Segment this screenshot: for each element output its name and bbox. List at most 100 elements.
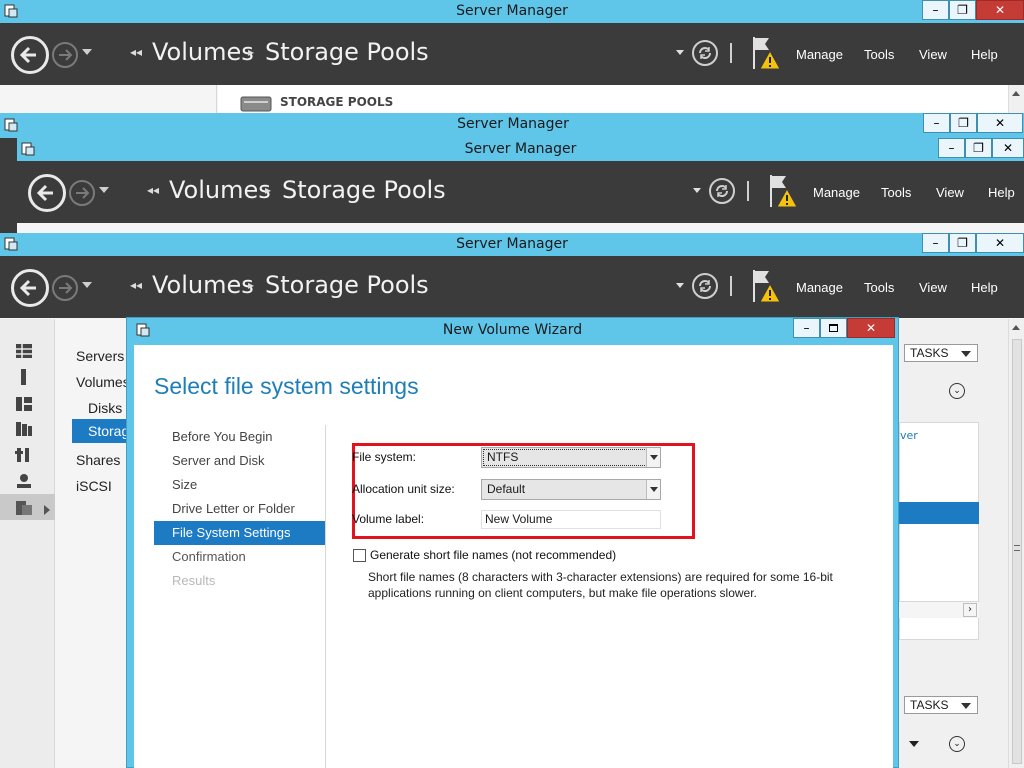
breadcrumb-storage-pools[interactable]: Storage Pools xyxy=(282,176,446,204)
sidebar-item-servers[interactable]: Servers xyxy=(76,348,128,364)
breadcrumb-storage-pools[interactable]: Storage Pools xyxy=(265,271,429,299)
volume-label-input[interactable]: New Volume xyxy=(481,510,661,529)
menu-tools[interactable]: Tools xyxy=(864,47,894,62)
breadcrumb-volumes[interactable]: Volumes xyxy=(169,176,271,204)
title-bar[interactable]: Server Manager – ❐ ✕ xyxy=(0,113,1024,138)
network-icon[interactable] xyxy=(15,473,33,489)
restore-button[interactable]: ❐ xyxy=(949,233,976,253)
allocation-unit-size-select[interactable]: Default xyxy=(481,479,661,500)
breadcrumb-volumes[interactable]: Volumes xyxy=(152,271,254,299)
chevron-down-icon[interactable] xyxy=(646,480,660,499)
expand-section-icon[interactable]: ⌄ xyxy=(949,383,965,399)
menu-tools[interactable]: Tools xyxy=(864,280,894,295)
divider xyxy=(730,43,732,63)
step-confirmation[interactable]: Confirmation xyxy=(154,545,325,569)
step-before-you-begin[interactable]: Before You Begin xyxy=(154,425,325,449)
history-dropdown-icon[interactable] xyxy=(99,187,109,193)
vertical-scrollbar-upper[interactable] xyxy=(1008,85,1024,113)
menu-help[interactable]: Help xyxy=(971,47,998,62)
breadcrumb-dropdown-icon[interactable] xyxy=(676,50,684,55)
step-file-system-settings[interactable]: File System Settings xyxy=(154,521,325,545)
title-bar[interactable]: Server Manager – ❐ ✕ xyxy=(17,138,1024,161)
refresh-icon[interactable] xyxy=(709,178,735,204)
menu-view[interactable]: View xyxy=(936,185,964,200)
menu-manage[interactable]: Manage xyxy=(813,185,860,200)
scroll-up-arrow-icon[interactable] xyxy=(1012,325,1020,330)
forward-arrow-icon[interactable] xyxy=(69,180,95,206)
short-file-names-checkbox[interactable] xyxy=(353,549,366,562)
scroll-right-button[interactable]: › xyxy=(963,603,977,617)
menu-view[interactable]: View xyxy=(919,280,947,295)
all-servers-icon[interactable] xyxy=(15,396,33,412)
storage-services-icon[interactable] xyxy=(15,500,33,516)
vertical-scrollbar[interactable] xyxy=(1008,319,1024,768)
history-dropdown-icon[interactable] xyxy=(82,49,92,55)
dashboard-icon[interactable] xyxy=(15,343,33,359)
selected-row[interactable] xyxy=(899,502,979,524)
close-button[interactable]: ✕ xyxy=(976,0,1024,20)
expand-section-icon[interactable]: ⌄ xyxy=(949,736,965,752)
sidebar-item-storage-pools[interactable]: Storage Pools xyxy=(88,423,128,439)
minimize-button[interactable]: – xyxy=(922,0,949,20)
wizard-close-button[interactable]: ✕ xyxy=(847,318,895,338)
breadcrumb-volumes[interactable]: Volumes xyxy=(152,38,254,66)
file-services-icon[interactable] xyxy=(15,421,33,437)
tools-icon[interactable] xyxy=(15,447,33,463)
sidebar-item-disks[interactable]: Disks xyxy=(88,400,128,416)
minimize-button[interactable]: – xyxy=(922,233,949,253)
scroll-thumb[interactable] xyxy=(1012,339,1022,764)
wizard-maximize-button[interactable] xyxy=(820,318,847,338)
close-button[interactable]: ✕ xyxy=(977,113,1023,133)
dropdown-arrow-icon[interactable] xyxy=(909,741,919,747)
menu-manage[interactable]: Manage xyxy=(796,47,843,62)
step-size[interactable]: Size xyxy=(154,473,325,497)
refresh-icon[interactable] xyxy=(692,40,718,66)
chevron-down-icon[interactable] xyxy=(646,448,660,467)
sidebar-item-iscsi[interactable]: iSCSI xyxy=(76,478,128,494)
menu-help[interactable]: Help xyxy=(971,280,998,295)
menu-view[interactable]: View xyxy=(919,47,947,62)
restore-button[interactable]: ❐ xyxy=(965,138,992,158)
breadcrumb-root-chevrons[interactable]: ◂◂ xyxy=(130,45,142,59)
breadcrumb-dropdown-icon[interactable] xyxy=(676,283,684,288)
forward-arrow-icon[interactable] xyxy=(52,42,78,68)
back-arrow-icon[interactable] xyxy=(11,269,49,307)
title-bar[interactable]: Server Manager – ❐ ✕ xyxy=(0,233,1024,256)
refresh-icon[interactable] xyxy=(692,273,718,299)
short-file-names-label[interactable]: Generate short file names (not recommend… xyxy=(370,548,616,562)
file-system-select[interactable]: NTFS xyxy=(481,447,661,468)
close-button[interactable]: ✕ xyxy=(992,138,1024,158)
breadcrumb-dropdown-icon[interactable] xyxy=(693,188,701,193)
horizontal-scrollbar[interactable]: › xyxy=(899,601,979,618)
step-drive-letter-or-folder[interactable]: Drive Letter or Folder xyxy=(154,497,325,521)
wizard-minimize-button[interactable]: – xyxy=(793,318,820,338)
back-arrow-icon[interactable] xyxy=(11,36,49,74)
tasks-dropdown-button[interactable]: TASKS xyxy=(904,696,978,714)
notifications-flag-warning-icon[interactable] xyxy=(752,35,782,71)
restore-button[interactable]: ❐ xyxy=(949,0,976,20)
breadcrumb-root-chevrons[interactable]: ◂◂ xyxy=(130,278,142,292)
title-bar[interactable]: Server Manager – ❐ ✕ xyxy=(0,0,1024,23)
menu-help[interactable]: Help xyxy=(988,185,1015,200)
menu-manage[interactable]: Manage xyxy=(796,280,843,295)
server-manager-window-1: Server Manager – ❐ ✕ ◂◂ Volumes ▸ Storag… xyxy=(0,0,1024,113)
notifications-flag-warning-icon[interactable] xyxy=(752,268,782,304)
expand-arrow-icon[interactable] xyxy=(44,505,50,515)
tasks-dropdown-button[interactable]: TASKS xyxy=(904,344,978,362)
local-server-icon[interactable] xyxy=(15,369,33,385)
scroll-up-arrow-icon[interactable] xyxy=(1012,91,1020,96)
restore-button[interactable]: ❐ xyxy=(950,113,977,133)
breadcrumb-storage-pools[interactable]: Storage Pools xyxy=(265,38,429,66)
sidebar-item-shares[interactable]: Shares xyxy=(76,452,128,468)
history-dropdown-icon[interactable] xyxy=(82,282,92,288)
minimize-button[interactable]: – xyxy=(938,138,965,158)
close-button[interactable]: ✕ xyxy=(976,233,1024,253)
minimize-button[interactable]: – xyxy=(923,113,950,133)
breadcrumb-root-chevrons[interactable]: ◂◂ xyxy=(147,183,159,197)
menu-tools[interactable]: Tools xyxy=(881,185,911,200)
back-arrow-icon[interactable] xyxy=(28,174,66,212)
step-server-and-disk[interactable]: Server and Disk xyxy=(154,449,325,473)
sidebar-item-volumes[interactable]: Volumes xyxy=(76,374,128,390)
forward-arrow-icon[interactable] xyxy=(52,275,78,301)
notifications-flag-warning-icon[interactable] xyxy=(769,173,799,209)
